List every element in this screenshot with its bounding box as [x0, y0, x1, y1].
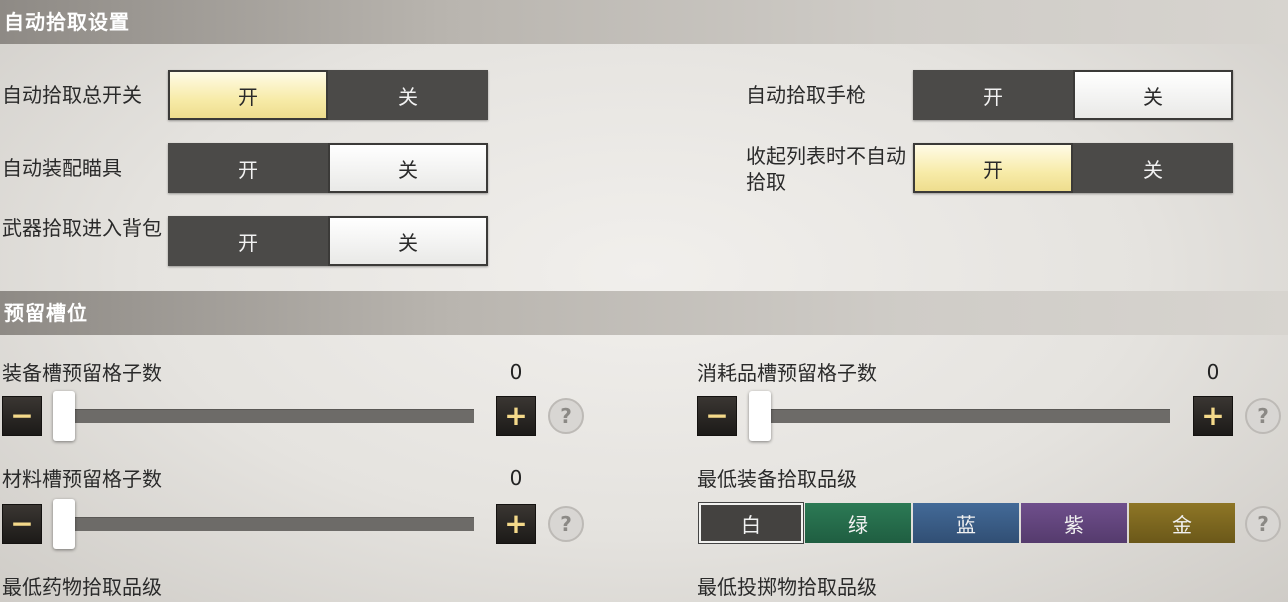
auto-pickup-section-title: 自动拾取设置 — [4, 10, 130, 34]
scope-switch-label: 自动装配瞄具 — [2, 156, 122, 180]
material-slots-minus-button[interactable]: − — [2, 504, 42, 544]
throwable-quality-label: 最低投掷物拾取品级 — [697, 575, 877, 599]
consumable-slots-value: 0 — [1206, 360, 1220, 384]
plus-icon: + — [504, 507, 528, 540]
equipment-quality-label: 最低装备拾取品级 — [697, 467, 857, 491]
master-switch-label: 自动拾取总开关 — [2, 83, 142, 107]
scope-switch-toggle: 开 关 — [168, 143, 488, 193]
question-icon: ? — [560, 404, 572, 428]
master-switch-on-button[interactable]: 开 — [168, 70, 328, 120]
auto-pickup-section-header: 自动拾取设置 — [0, 0, 1288, 44]
question-icon: ? — [1257, 404, 1269, 428]
master-switch-toggle: 开 关 — [168, 70, 488, 120]
minus-icon: − — [10, 507, 34, 540]
weapon-backpack-on-button[interactable]: 开 — [168, 216, 328, 266]
equipment-slots-help-icon[interactable]: ? — [548, 398, 584, 434]
consumable-slots-label: 消耗品槽预留格子数 — [697, 361, 877, 385]
material-slots-plus-button[interactable]: + — [496, 504, 536, 544]
question-icon: ? — [560, 512, 572, 536]
plus-icon: + — [1201, 399, 1225, 432]
scope-switch-off-button[interactable]: 关 — [328, 143, 488, 193]
reserve-section-header: 预留槽位 — [0, 291, 1288, 335]
quality-purple-option[interactable]: 紫 — [1021, 503, 1127, 543]
weapon-backpack-off-button[interactable]: 关 — [328, 216, 488, 266]
consumable-slots-plus-button[interactable]: + — [1193, 396, 1233, 436]
pistol-switch-toggle: 开 关 — [913, 70, 1233, 120]
quality-blue-option[interactable]: 蓝 — [913, 503, 1019, 543]
equipment-slots-slider-thumb[interactable] — [53, 391, 75, 441]
material-slots-help-icon[interactable]: ? — [548, 506, 584, 542]
pistol-switch-label: 自动拾取手枪 — [746, 83, 866, 107]
collapse-switch-off-button[interactable]: 关 — [1073, 143, 1233, 193]
equipment-slots-plus-button[interactable]: + — [496, 396, 536, 436]
pistol-switch-on-button[interactable]: 开 — [913, 70, 1073, 120]
consumable-slots-slider-thumb[interactable] — [749, 391, 771, 441]
minus-icon: − — [705, 399, 729, 432]
material-slots-slider-thumb[interactable] — [53, 499, 75, 549]
equipment-slots-label: 装备槽预留格子数 — [2, 361, 162, 385]
material-slots-label: 材料槽预留格子数 — [2, 467, 162, 491]
plus-icon: + — [504, 399, 528, 432]
material-slots-value: 0 — [509, 466, 523, 490]
consumable-slots-slider-track[interactable] — [758, 409, 1170, 423]
quality-gold-option[interactable]: 金 — [1129, 503, 1235, 543]
equipment-quality-help-icon[interactable]: ? — [1245, 506, 1281, 542]
material-slots-slider-track[interactable] — [62, 517, 474, 531]
quality-green-option[interactable]: 绿 — [805, 503, 911, 543]
equipment-slots-value: 0 — [509, 360, 523, 384]
scope-switch-on-button[interactable]: 开 — [168, 143, 328, 193]
reserve-section-title: 预留槽位 — [4, 301, 88, 325]
collapse-switch-on-button[interactable]: 开 — [913, 143, 1073, 193]
collapse-switch-label: 收起列表时不自动拾取 — [746, 144, 906, 194]
equipment-quality-selector: 白 绿 蓝 紫 金 — [699, 503, 1235, 543]
master-switch-off-button[interactable]: 关 — [328, 70, 488, 120]
consumable-slots-minus-button[interactable]: − — [697, 396, 737, 436]
pistol-switch-off-button[interactable]: 关 — [1073, 70, 1233, 120]
equipment-slots-slider-track[interactable] — [62, 409, 474, 423]
question-icon: ? — [1257, 512, 1269, 536]
equipment-slots-minus-button[interactable]: − — [2, 396, 42, 436]
collapse-switch-toggle: 开 关 — [913, 143, 1233, 193]
weapon-backpack-switch-toggle: 开 关 — [168, 216, 488, 266]
quality-white-option[interactable]: 白 — [699, 503, 803, 543]
minus-icon: − — [10, 399, 34, 432]
medicine-quality-label: 最低药物拾取品级 — [2, 575, 162, 599]
consumable-slots-help-icon[interactable]: ? — [1245, 398, 1281, 434]
weapon-backpack-switch-label: 武器拾取进入背包 — [2, 216, 162, 240]
